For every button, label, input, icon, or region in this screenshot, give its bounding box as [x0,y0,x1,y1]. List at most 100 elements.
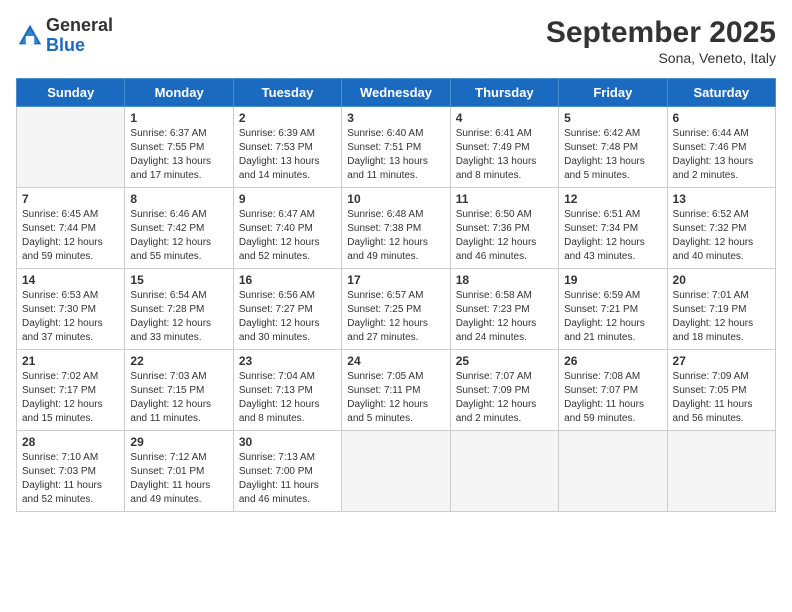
col-monday: Monday [125,79,233,107]
day-info: Sunrise: 6:51 AMSunset: 7:34 PMDaylight:… [564,208,661,264]
calendar-cell-w2-d1: 15Sunrise: 6:54 AMSunset: 7:28 PMDayligh… [125,269,233,350]
day-info: Sunrise: 7:10 AMSunset: 7:03 PMDaylight:… [22,451,119,507]
calendar-cell-w3-d6: 27Sunrise: 7:09 AMSunset: 7:05 PMDayligh… [667,350,775,431]
calendar-cell-w0-d4: 4 Sunrise: 6:41 AMSunset: 7:49 PMDaylight… [450,107,558,188]
day-number: 6 [673,111,770,125]
day-info: Sunrise: 6:48 AMSunset: 7:38 PMDaylight:… [347,208,444,264]
calendar-cell-w1-d6: 13Sunrise: 6:52 AMSunset: 7:32 PMDayligh… [667,188,775,269]
col-friday: Friday [559,79,667,107]
day-info: Sunrise: 6:45 AMSunset: 7:44 PMDaylight:… [22,208,119,264]
day-number: 10 [347,192,444,206]
calendar-cell-w1-d5: 12 Sunrise: 6:51 AMSunset: 7:34 PMDayligh… [559,188,667,269]
day-info: Sunrise: 7:12 AMSunset: 7:01 PMDaylight:… [130,451,227,507]
calendar-cell-w0-d1: 1Sunrise: 6:37 AMSunset: 7:55 PMDaylight… [125,107,233,188]
calendar-cell-w1-d3: 10 Sunrise: 6:48 AMSunset: 7:38 PMDayligh… [342,188,450,269]
day-number: 30 [239,435,336,449]
week-row-0: 1Sunrise: 6:37 AMSunset: 7:55 PMDaylight… [17,107,776,188]
calendar-cell-w2-d4: 18 Sunrise: 6:58 AMSunset: 7:23 PMDayligh… [450,269,558,350]
day-info: Sunrise: 6:41 AMSunset: 7:49 PMDaylight:… [456,127,553,183]
day-info: Sunrise: 6:56 AMSunset: 7:27 PMDaylight:… [239,289,336,345]
day-number: 18 [456,273,553,287]
day-info: Sunrise: 6:37 AMSunset: 7:55 PMDaylight:… [130,127,227,183]
day-number: 24 [347,354,444,368]
day-info: Sunrise: 7:08 AMSunset: 7:07 PMDaylight:… [564,370,661,426]
calendar-cell-w3-d2: 23 Sunrise: 7:04 AMSunset: 7:13 PMDayligh… [233,350,341,431]
day-info: Sunrise: 6:42 AMSunset: 7:48 PMDaylight:… [564,127,661,183]
calendar-cell-w4-d2: 30 Sunrise: 7:13 AMSunset: 7:00 PMDayligh… [233,431,341,512]
calendar-cell-w4-d0: 28Sunrise: 7:10 AMSunset: 7:03 PMDayligh… [17,431,125,512]
day-number: 19 [564,273,661,287]
calendar-cell-w1-d4: 11Sunrise: 6:50 AMSunset: 7:36 PMDayligh… [450,188,558,269]
day-info: Sunrise: 6:39 AMSunset: 7:53 PMDaylight:… [239,127,336,183]
week-row-3: 21 Sunrise: 7:02 AMSunset: 7:17 PMDayligh… [17,350,776,431]
calendar-cell-w4-d1: 29 Sunrise: 7:12 AMSunset: 7:01 PMDayligh… [125,431,233,512]
calendar-cell-w4-d5 [559,431,667,512]
day-info: Sunrise: 6:40 AMSunset: 7:51 PMDaylight:… [347,127,444,183]
day-info: Sunrise: 6:57 AMSunset: 7:25 PMDaylight:… [347,289,444,345]
day-number: 22 [130,354,227,368]
day-number: 13 [673,192,770,206]
calendar-cell-w2-d5: 19 Sunrise: 6:59 AMSunset: 7:21 PMDayligh… [559,269,667,350]
day-number: 5 [564,111,661,125]
day-number: 27 [673,354,770,368]
calendar-cell-w0-d2: 2 Sunrise: 6:39 AMSunset: 7:53 PMDaylight… [233,107,341,188]
day-number: 20 [673,273,770,287]
day-info: Sunrise: 7:02 AMSunset: 7:17 PMDaylight:… [22,370,119,426]
day-info: Sunrise: 7:03 AMSunset: 7:15 PMDaylight:… [130,370,227,426]
week-row-1: 7 Sunrise: 6:45 AMSunset: 7:44 PMDaylight… [17,188,776,269]
calendar-cell-w3-d5: 26Sunrise: 7:08 AMSunset: 7:07 PMDayligh… [559,350,667,431]
day-info: Sunrise: 7:04 AMSunset: 7:13 PMDaylight:… [239,370,336,426]
day-number: 25 [456,354,553,368]
page-header: General Blue September 2025 Sona, Veneto… [16,16,776,66]
calendar-cell-w2-d6: 20 Sunrise: 7:01 AMSunset: 7:19 PMDayligh… [667,269,775,350]
calendar-cell-w0-d3: 3 Sunrise: 6:40 AMSunset: 7:51 PMDaylight… [342,107,450,188]
day-number: 4 [456,111,553,125]
day-number: 29 [130,435,227,449]
logo: General Blue [16,16,113,56]
calendar-table: Sunday Monday Tuesday Wednesday Thursday… [16,78,776,512]
calendar-cell-w2-d0: 14Sunrise: 6:53 AMSunset: 7:30 PMDayligh… [17,269,125,350]
day-info: Sunrise: 6:44 AMSunset: 7:46 PMDaylight:… [673,127,770,183]
col-thursday: Thursday [450,79,558,107]
day-info: Sunrise: 6:50 AMSunset: 7:36 PMDaylight:… [456,208,553,264]
calendar-cell-w0-d6: 6 Sunrise: 6:44 AMSunset: 7:46 PMDaylight… [667,107,775,188]
day-number: 12 [564,192,661,206]
col-saturday: Saturday [667,79,775,107]
day-info: Sunrise: 6:59 AMSunset: 7:21 PMDaylight:… [564,289,661,345]
day-number: 8 [130,192,227,206]
col-sunday: Sunday [17,79,125,107]
calendar-cell-w2-d2: 16Sunrise: 6:56 AMSunset: 7:27 PMDayligh… [233,269,341,350]
calendar-cell-w3-d4: 25 Sunrise: 7:07 AMSunset: 7:09 PMDayligh… [450,350,558,431]
calendar-header-row: Sunday Monday Tuesday Wednesday Thursday… [17,79,776,107]
day-info: Sunrise: 6:58 AMSunset: 7:23 PMDaylight:… [456,289,553,345]
day-number: 7 [22,192,119,206]
day-number: 9 [239,192,336,206]
day-info: Sunrise: 7:07 AMSunset: 7:09 PMDaylight:… [456,370,553,426]
calendar-cell-w3-d1: 22 Sunrise: 7:03 AMSunset: 7:15 PMDayligh… [125,350,233,431]
calendar-cell-w3-d0: 21 Sunrise: 7:02 AMSunset: 7:17 PMDayligh… [17,350,125,431]
month-title: September 2025 [546,16,776,50]
col-tuesday: Tuesday [233,79,341,107]
page-container: General Blue September 2025 Sona, Veneto… [0,0,792,520]
calendar-cell-w3-d3: 24Sunrise: 7:05 AMSunset: 7:11 PMDayligh… [342,350,450,431]
day-number: 2 [239,111,336,125]
calendar-cell-w0-d0 [17,107,125,188]
week-row-2: 14Sunrise: 6:53 AMSunset: 7:30 PMDayligh… [17,269,776,350]
calendar-cell-w0-d5: 5 Sunrise: 6:42 AMSunset: 7:48 PMDaylight… [559,107,667,188]
day-number: 21 [22,354,119,368]
week-row-4: 28Sunrise: 7:10 AMSunset: 7:03 PMDayligh… [17,431,776,512]
day-info: Sunrise: 7:13 AMSunset: 7:00 PMDaylight:… [239,451,336,507]
day-number: 23 [239,354,336,368]
logo-icon [16,22,44,50]
day-number: 17 [347,273,444,287]
logo-blue-text: Blue [46,36,113,56]
day-info: Sunrise: 6:47 AMSunset: 7:40 PMDaylight:… [239,208,336,264]
logo-text: General Blue [46,16,113,56]
day-number: 3 [347,111,444,125]
col-wednesday: Wednesday [342,79,450,107]
calendar-cell-w1-d2: 9 Sunrise: 6:47 AMSunset: 7:40 PMDaylight… [233,188,341,269]
calendar-cell-w4-d6 [667,431,775,512]
day-info: Sunrise: 7:01 AMSunset: 7:19 PMDaylight:… [673,289,770,345]
day-info: Sunrise: 6:46 AMSunset: 7:42 PMDaylight:… [130,208,227,264]
calendar-cell-w1-d1: 8 Sunrise: 6:46 AMSunset: 7:42 PMDaylight… [125,188,233,269]
